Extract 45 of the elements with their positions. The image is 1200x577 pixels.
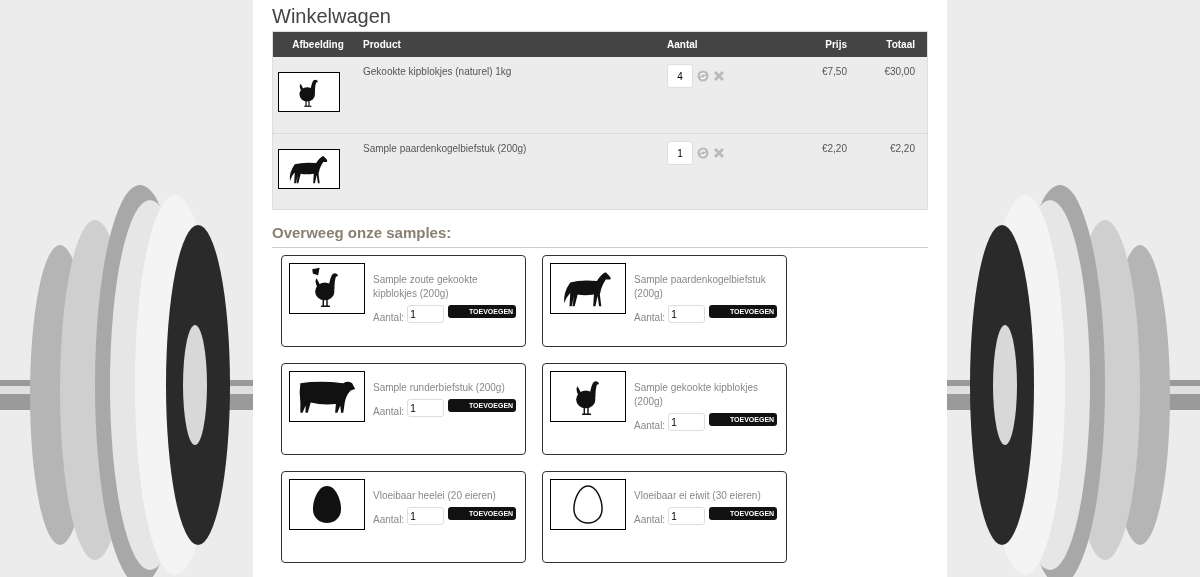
quantity-field[interactable]: 1 xyxy=(668,507,706,525)
price: €2,20 xyxy=(820,142,847,156)
egg-outline-icon xyxy=(573,485,603,524)
quantity-field[interactable]: 1 xyxy=(668,413,706,431)
sample-name: Sample runderbiefstuk (200g) xyxy=(373,381,506,395)
quantity-field[interactable]: 1 xyxy=(407,507,445,525)
quantity-field[interactable]: 1 xyxy=(407,305,445,323)
chicken-icon xyxy=(576,381,600,415)
price: €7,50 xyxy=(820,65,847,79)
quantity-field[interactable]: 1 xyxy=(668,305,706,323)
column-header: Product xyxy=(363,38,402,52)
sample-name: Sample gekookte kipblokjes (200g) xyxy=(634,381,759,409)
refresh-icon[interactable] xyxy=(697,70,709,82)
row-total: €30,00 xyxy=(883,65,916,79)
product-name: Gekookte kipblokjes (naturel) 1kg xyxy=(363,65,513,79)
horse-icon xyxy=(289,155,328,184)
column-header: Afbeelding xyxy=(291,38,345,52)
product-name: Sample paardenkogelbiefstuk (200g) xyxy=(363,142,528,156)
quantity-label: Aantal: xyxy=(634,513,666,527)
delete-icon[interactable] xyxy=(713,147,725,159)
quantity-label: Aantal: xyxy=(373,513,405,527)
column-header: Prijs xyxy=(824,38,847,52)
quantity-label: Aantal: xyxy=(634,419,666,433)
delete-icon[interactable] xyxy=(713,70,725,82)
row-total: €2,20 xyxy=(888,142,916,156)
sample-name: Sample paardenkogelbiefstuk (200g) xyxy=(634,273,767,301)
egg-icon xyxy=(312,486,342,523)
section-title: Overweeg onze samples: xyxy=(272,223,453,243)
refresh-icon[interactable] xyxy=(697,147,709,159)
page-title: Winkelwagen xyxy=(272,4,392,29)
sample-name: Sample zoute gekookte kipblokjes (200g) xyxy=(373,273,479,301)
sample-name: Vloeibaar heelei (20 eieren) xyxy=(373,489,497,503)
cow-icon xyxy=(299,381,356,413)
sample-name: Vloeibaar ei eiwit (30 eieren) xyxy=(634,489,762,503)
quantity-label: Aantal: xyxy=(373,311,405,325)
quantity-field[interactable]: 1 xyxy=(667,141,693,165)
quantity-field[interactable]: 1 xyxy=(407,399,445,417)
quantity-field[interactable]: 4 xyxy=(667,64,693,88)
quantity-label: Aantal: xyxy=(634,311,666,325)
horse-icon xyxy=(564,272,611,307)
column-header: Aantal xyxy=(667,38,699,52)
chicken-with-salt-icon xyxy=(312,267,339,307)
quantity-label: Aantal: xyxy=(373,405,405,419)
column-header: Totaal xyxy=(885,38,916,52)
chicken-icon xyxy=(299,79,318,107)
